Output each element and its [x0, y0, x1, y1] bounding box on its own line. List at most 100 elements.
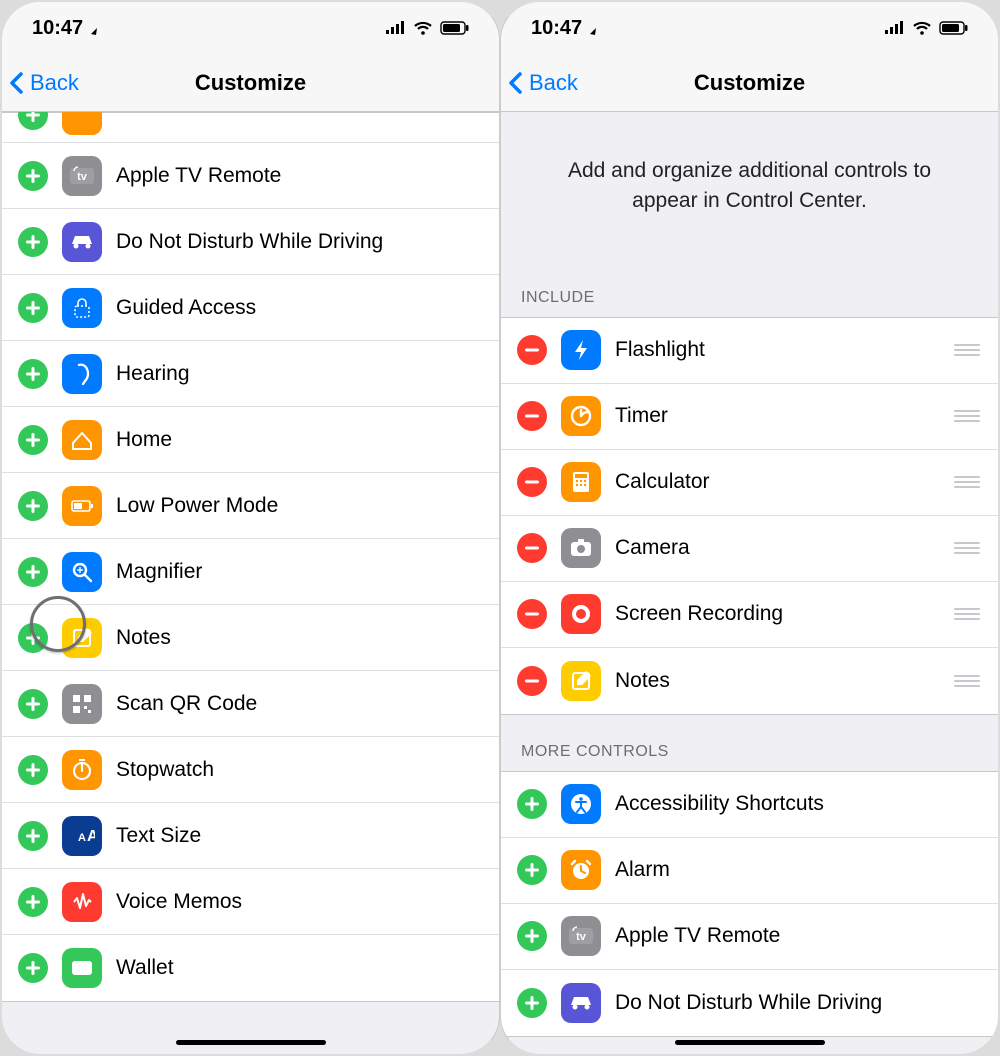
item-label: Apple TV Remote — [615, 924, 982, 948]
add-button[interactable] — [517, 789, 547, 819]
list-item: Text Size — [2, 803, 499, 869]
item-label: Camera — [615, 536, 938, 560]
phone-left: 10:47 Back Customize — [0, 0, 500, 1056]
add-button[interactable] — [18, 557, 48, 587]
list-scroll[interactable]: Add and organize additional controls to … — [501, 112, 998, 1056]
alarm-icon — [561, 850, 601, 890]
add-button[interactable] — [18, 227, 48, 257]
add-button[interactable] — [18, 689, 48, 719]
chevron-left-icon — [10, 71, 28, 95]
notes-icon — [62, 618, 102, 658]
drag-handle[interactable] — [952, 542, 982, 554]
stopwatch-icon — [62, 750, 102, 790]
item-label: Do Not Disturb While Driving — [116, 230, 483, 254]
add-button[interactable] — [18, 887, 48, 917]
status-time: 10:47 — [32, 17, 83, 40]
add-button[interactable] — [517, 988, 547, 1018]
car-icon — [62, 222, 102, 262]
add-button[interactable] — [18, 755, 48, 785]
remove-button[interactable] — [517, 533, 547, 563]
item-label: Home — [116, 428, 483, 452]
item-label: Text Size — [116, 824, 483, 848]
wallet-icon — [62, 948, 102, 988]
list-item: Accessibility Shortcuts — [501, 772, 998, 838]
lock-icon — [62, 288, 102, 328]
item-label: Voice Memos — [116, 890, 483, 914]
list-item: Apple TV Remote — [501, 904, 998, 970]
add-button[interactable] — [517, 921, 547, 951]
list-item: Hearing — [2, 341, 499, 407]
remove-button[interactable] — [517, 335, 547, 365]
cellular-icon — [385, 21, 407, 35]
remove-button[interactable] — [517, 401, 547, 431]
item-label: Notes — [116, 626, 483, 650]
app-icon — [62, 112, 102, 135]
list-item: Wallet — [2, 935, 499, 1001]
add-button[interactable] — [18, 821, 48, 851]
item-label: Hearing — [116, 362, 483, 386]
list-item: Apple TV Remote — [2, 143, 499, 209]
item-label: Accessibility Shortcuts — [615, 792, 982, 816]
item-label: Stopwatch — [116, 758, 483, 782]
list-item: Alarm — [501, 838, 998, 904]
qr-icon — [62, 684, 102, 724]
battery-icon — [938, 21, 968, 35]
magnifier-icon — [62, 552, 102, 592]
apple-tv-icon — [561, 916, 601, 956]
add-button[interactable] — [18, 953, 48, 983]
add-button[interactable] — [18, 491, 48, 521]
add-button[interactable] — [18, 293, 48, 323]
phone-right: 10:47 Back Customize Add and organize ad… — [500, 0, 1000, 1056]
item-label: Calculator — [615, 470, 938, 494]
remove-button[interactable] — [517, 467, 547, 497]
remove-button[interactable] — [517, 599, 547, 629]
add-button[interactable] — [18, 112, 48, 130]
chevron-left-icon — [509, 71, 527, 95]
list-item: Screen Recording — [501, 582, 998, 648]
add-button[interactable] — [517, 855, 547, 885]
wifi-icon — [413, 21, 433, 35]
list-item: Do Not Disturb While Driving — [2, 209, 499, 275]
item-label: Notes — [615, 669, 938, 693]
section-include-header: Include — [501, 261, 998, 317]
status-bar: 10:47 — [501, 2, 998, 54]
drag-handle[interactable] — [952, 410, 982, 422]
camera-icon — [561, 528, 601, 568]
list-item: Calculator — [501, 450, 998, 516]
list-item: Magnifier — [2, 539, 499, 605]
back-button[interactable]: Back — [10, 70, 79, 96]
apple-tv-icon — [62, 156, 102, 196]
calculator-icon — [561, 462, 601, 502]
home-indicator[interactable] — [675, 1040, 825, 1045]
back-label: Back — [30, 70, 79, 96]
list-item: Flashlight — [501, 318, 998, 384]
battery-icon — [439, 21, 469, 35]
add-button[interactable] — [18, 161, 48, 191]
item-label: Low Power Mode — [116, 494, 483, 518]
item-label: Wallet — [116, 956, 483, 980]
hero-text: Add and organize additional controls to … — [501, 112, 998, 261]
list-item: Do Not Disturb While Driving — [501, 970, 998, 1036]
drag-handle[interactable] — [952, 344, 982, 356]
drag-handle[interactable] — [952, 675, 982, 687]
back-button[interactable]: Back — [509, 70, 578, 96]
nav-bar: Back Customize — [501, 54, 998, 112]
section-more-header: More Controls — [501, 715, 998, 771]
list-item: Notes — [501, 648, 998, 714]
drag-handle[interactable] — [952, 476, 982, 488]
list-scroll[interactable]: Apple TV Remote Do Not Disturb While Dri… — [2, 112, 499, 1056]
item-label: Do Not Disturb While Driving — [615, 991, 982, 1015]
nav-bar: Back Customize — [2, 54, 499, 112]
list-item: Home — [2, 407, 499, 473]
remove-button[interactable] — [517, 666, 547, 696]
timer-icon — [561, 396, 601, 436]
add-button[interactable] — [18, 359, 48, 389]
item-label: Timer — [615, 404, 938, 428]
home-indicator[interactable] — [176, 1040, 326, 1045]
list-item: Timer — [501, 384, 998, 450]
list-item: Camera — [501, 516, 998, 582]
add-button[interactable] — [18, 425, 48, 455]
item-label: Alarm — [615, 858, 982, 882]
drag-handle[interactable] — [952, 608, 982, 620]
add-button[interactable] — [18, 623, 48, 653]
